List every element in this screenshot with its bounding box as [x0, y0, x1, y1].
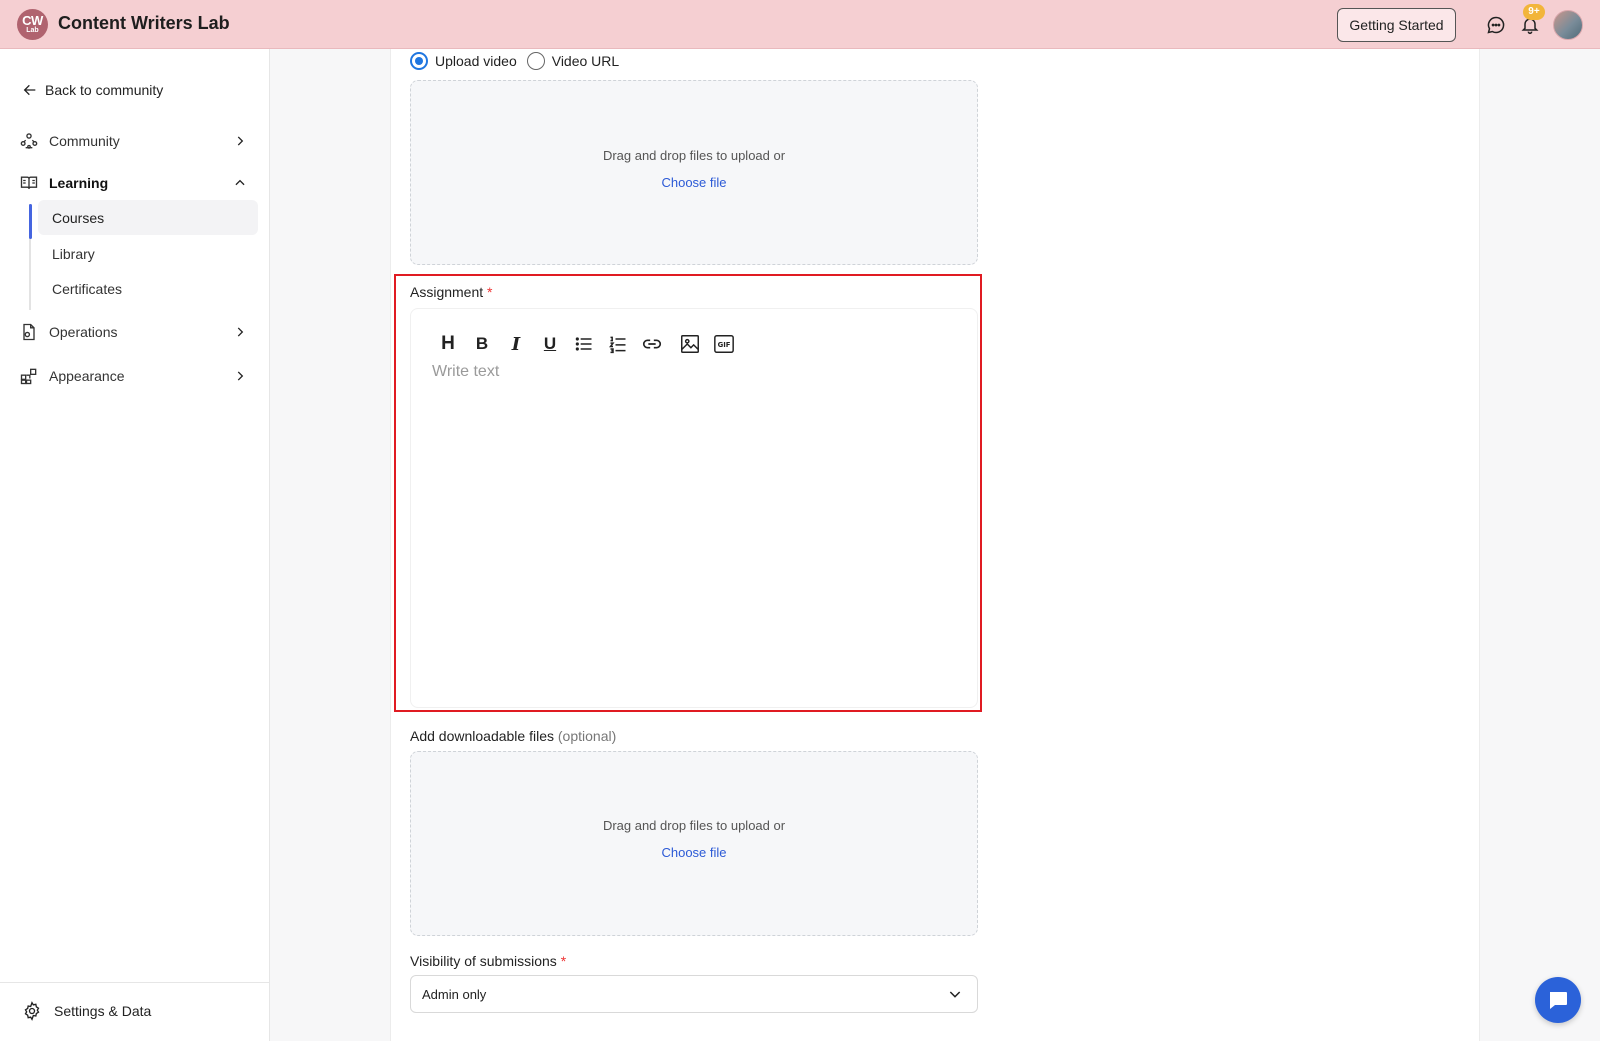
chevron-right-icon	[230, 131, 250, 151]
assignment-editor[interactable]: H B I U GIF Write text	[410, 308, 978, 708]
visibility-label-text: Visibility of submissions	[410, 953, 557, 969]
required-mark: *	[560, 953, 567, 969]
upload-video-radio[interactable]	[410, 52, 428, 70]
chevron-up-icon	[230, 173, 250, 193]
sidebar-item-library[interactable]: Library	[38, 236, 258, 271]
sidebar-item-operations[interactable]: Operations	[18, 318, 250, 346]
logo-subtext: Lab	[26, 27, 39, 34]
community-name[interactable]: Content Writers Lab	[58, 13, 230, 34]
logo-text: CW	[22, 13, 43, 28]
sidebar-item-label: Appearance	[49, 368, 125, 384]
settings-label: Settings & Data	[54, 1003, 152, 1019]
message-icon	[1550, 992, 1567, 1009]
video-url-label[interactable]: Video URL	[552, 53, 619, 69]
visibility-value: Admin only	[422, 986, 487, 1002]
dropzone-text: Drag and drop files to upload or	[602, 818, 786, 833]
chevron-right-icon	[230, 366, 250, 386]
video-dropzone[interactable]: Drag and drop files to upload or Choose …	[410, 80, 978, 265]
video-url-radio[interactable]	[526, 52, 545, 70]
layout-icon	[18, 365, 40, 387]
bullet-list-icon[interactable]	[571, 331, 597, 357]
link-icon[interactable]	[639, 331, 665, 357]
optional-tag: (optional)	[557, 728, 617, 744]
dropzone-text: Drag and drop files to upload or	[602, 148, 786, 163]
sidebar-item-community[interactable]: Community	[18, 127, 250, 155]
downloads-dropzone[interactable]: Drag and drop files to upload or Choose …	[410, 751, 978, 936]
sidebar-footer: Settings & Data	[0, 982, 270, 1041]
active-indicator	[29, 204, 32, 239]
settings-and-data-link[interactable]: Settings & Data	[22, 1001, 151, 1021]
visibility-select[interactable]: Admin only	[410, 975, 978, 1013]
visibility-label: Visibility of submissions *	[410, 953, 566, 969]
editor-toolbar: H B I U GIF	[435, 331, 745, 357]
gear-icon	[24, 1001, 40, 1021]
image-icon[interactable]	[677, 331, 703, 357]
arrow-left-icon	[23, 84, 36, 96]
heading-icon[interactable]: H	[435, 331, 461, 357]
assignment-label: Assignment *	[410, 284, 493, 300]
sidebar-item-label: Community	[49, 133, 120, 149]
chevron-right-icon	[230, 322, 250, 342]
notification-badge: 9+	[1523, 4, 1545, 20]
getting-started-button[interactable]: Getting Started	[1337, 8, 1456, 42]
gif-icon[interactable]: GIF	[711, 331, 737, 357]
video-source-options: Upload video Video URL	[410, 52, 619, 70]
choose-file-link[interactable]: Choose file	[411, 845, 977, 860]
assignment-label-text: Assignment	[410, 284, 484, 300]
underline-icon[interactable]: U	[537, 331, 563, 357]
upload-video-label[interactable]: Upload video	[435, 53, 517, 69]
sidebar: Back to community Community Learning Cou…	[0, 49, 270, 1041]
sidebar-item-courses[interactable]: Courses	[38, 200, 258, 235]
numbered-list-icon[interactable]	[605, 331, 631, 357]
back-to-community-link[interactable]: Back to community	[22, 82, 163, 98]
sidebar-item-label: Operations	[49, 324, 118, 340]
document-icon	[18, 321, 40, 343]
lesson-form: Upload video Video URL Drag and drop fil…	[390, 49, 1480, 1041]
downloadable-files-label: Add downloadable files (optional)	[410, 728, 616, 744]
book-icon	[18, 172, 40, 194]
sidebar-item-learning[interactable]: Learning	[18, 169, 250, 197]
community-logo[interactable]: CW Lab	[17, 9, 48, 40]
back-label: Back to community	[45, 82, 164, 98]
support-chat-button[interactable]	[1535, 977, 1581, 1023]
downloads-label-text: Add downloadable files	[410, 728, 554, 744]
chat-icon[interactable]	[1484, 13, 1508, 37]
sidebar-item-appearance[interactable]: Appearance	[18, 362, 250, 390]
bold-icon[interactable]: B	[469, 331, 495, 357]
chevron-down-icon	[947, 986, 963, 1005]
sidebar-item-certificates[interactable]: Certificates	[38, 271, 258, 306]
choose-file-link[interactable]: Choose file	[411, 175, 977, 190]
sidebar-item-label: Learning	[49, 175, 109, 191]
italic-icon[interactable]: I	[503, 331, 529, 357]
editor-placeholder: Write text	[432, 363, 500, 380]
required-mark: *	[487, 284, 493, 300]
top-header: CW Lab Content Writers Lab Getting Start…	[0, 0, 1600, 49]
user-avatar[interactable]	[1553, 10, 1583, 40]
community-icon	[18, 130, 40, 152]
svg-text:GIF: GIF	[718, 341, 731, 349]
